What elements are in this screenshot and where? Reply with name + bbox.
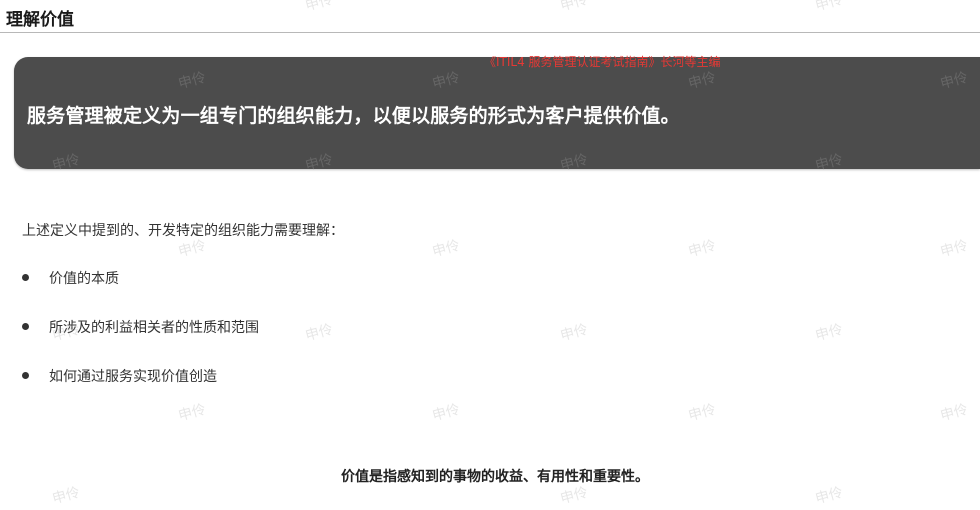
source-note: 《ITIL4 服务管理认证考试指南》长河等主编 — [484, 55, 721, 69]
intro-text: 上述定义中提到的、开发特定的组织能力需要理解： — [22, 223, 344, 239]
bullet-dot-icon — [22, 274, 29, 281]
definition-banner: 服务管理被定义为一组专门的组织能力，以便以服务的形式为客户提供价值。 — [14, 57, 980, 169]
bullet-text: 如何通过服务实现价值创造 — [49, 369, 217, 385]
watermark: 申伶 — [813, 321, 845, 345]
list-item: 价值的本质 — [22, 268, 259, 317]
value-definition: 价值是指感知到的事物的收益、有用性和重要性。 — [341, 469, 649, 485]
bullet-text: 价值的本质 — [49, 271, 119, 287]
banner-text: 服务管理被定义为一组专门的组织能力，以便以服务的形式为客户提供价值。 — [27, 105, 680, 127]
watermark: 申伶 — [303, 321, 335, 345]
list-item: 所涉及的利益相关者的性质和范围 — [22, 317, 259, 366]
page-title: 理解价值 — [6, 10, 74, 30]
watermark: 申伶 — [558, 321, 590, 345]
bullet-text: 所涉及的利益相关者的性质和范围 — [49, 320, 259, 336]
watermark: 申伶 — [686, 401, 718, 425]
bullet-dot-icon — [22, 323, 29, 330]
bullet-dot-icon — [22, 372, 29, 379]
slide-page: 理解价值 服务管理被定义为一组专门的组织能力，以便以服务的形式为客户提供价值。 … — [0, 0, 980, 510]
watermark: 申伶 — [686, 237, 718, 261]
list-item: 如何通过服务实现价值创造 — [22, 366, 259, 415]
watermark: 申伶 — [430, 401, 462, 425]
watermark: 申伶 — [430, 237, 462, 261]
bullet-list: 价值的本质 所涉及的利益相关者的性质和范围 如何通过服务实现价值创造 — [22, 268, 259, 415]
watermark: 申伶 — [938, 401, 970, 425]
page-header: 理解价值 — [0, 0, 980, 33]
watermark: 申伶 — [938, 237, 970, 261]
